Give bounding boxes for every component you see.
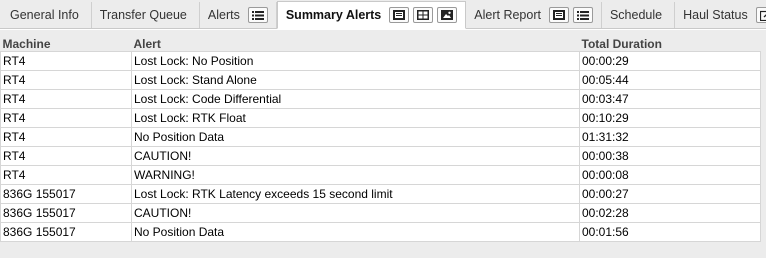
machine-cell: RT4	[0, 108, 132, 128]
tab-label: Transfer Queue	[99, 8, 187, 22]
summary-alerts-panel: Machine Alert Total Duration RT4 Lost Loc…	[0, 30, 766, 258]
alert-cell: No Position Data	[131, 127, 580, 147]
machine-cell: RT4	[0, 165, 132, 185]
list-icon[interactable]	[247, 7, 268, 23]
table-row[interactable]: 836G 155017 No Position Data 00:01:56	[0, 222, 761, 242]
duration-cell: 00:00:29	[579, 51, 761, 71]
machine-cell: 836G 155017	[0, 203, 132, 223]
image-icon[interactable]	[437, 7, 458, 23]
alert-cell: WARNING!	[131, 165, 580, 185]
machine-cell: RT4	[0, 146, 132, 166]
alert-cell: Lost Lock: Stand Alone	[131, 70, 580, 90]
duration-cell: 00:01:56	[579, 222, 761, 242]
column-header-total-duration[interactable]: Total Duration	[579, 36, 761, 52]
duration-cell: 00:00:08	[579, 165, 761, 185]
alert-cell: Lost Lock: Code Differential	[131, 89, 580, 109]
duration-cell: 01:31:32	[579, 127, 761, 147]
tab-label: Summary Alerts	[285, 8, 382, 22]
alert-cell: CAUTION!	[131, 203, 580, 223]
table-row[interactable]: RT4 CAUTION! 00:00:38	[0, 146, 761, 166]
tab-label: Alerts	[207, 8, 240, 22]
table-row[interactable]: RT4 Lost Lock: Code Differential 00:03:47	[0, 89, 761, 109]
table-row[interactable]: RT4 Lost Lock: RTK Float 00:10:29	[0, 108, 761, 128]
tab-label: Schedule	[609, 8, 663, 22]
tab-label: General Info	[10, 8, 79, 22]
table-row[interactable]: 836G 155017 Lost Lock: RTK Latency exceed…	[0, 184, 761, 204]
alert-cell: Lost Lock: RTK Latency exceeds 15 second…	[131, 184, 580, 204]
tab-alert-report[interactable]: Alert Report	[466, 2, 602, 28]
duration-cell: 00:00:38	[579, 146, 761, 166]
machine-cell: RT4	[0, 89, 132, 109]
duration-cell: 00:10:29	[579, 108, 761, 128]
tab-label: Alert Report	[474, 8, 541, 22]
tab-label: Haul Status	[683, 8, 748, 22]
summary-alerts-table: Machine Alert Total Duration RT4 Lost Loc…	[0, 36, 761, 242]
tab-general-info[interactable]: General Info	[2, 2, 92, 28]
table-header-row: Machine Alert Total Duration	[0, 36, 761, 52]
popout-icon[interactable]	[755, 7, 766, 23]
column-header-machine[interactable]: Machine	[0, 36, 132, 52]
machine-cell: RT4	[0, 127, 132, 147]
alert-cell: Lost Lock: RTK Float	[131, 108, 580, 128]
tab-schedule[interactable]: Schedule	[601, 2, 676, 28]
column-header-alert[interactable]: Alert	[131, 36, 580, 52]
tab-alerts[interactable]: Alerts	[199, 2, 277, 28]
duration-cell: 00:03:47	[579, 89, 761, 109]
duration-cell: 00:00:27	[579, 184, 761, 204]
list-icon[interactable]	[572, 7, 593, 23]
duration-cell: 00:05:44	[579, 70, 761, 90]
pdf-icon[interactable]	[548, 7, 569, 23]
machine-cell: RT4	[0, 70, 132, 90]
table-row[interactable]: 836G 155017 CAUTION! 00:02:28	[0, 203, 761, 223]
alert-cell: No Position Data	[131, 222, 580, 242]
table-row[interactable]: RT4 WARNING! 00:00:08	[0, 165, 761, 185]
duration-cell: 00:02:28	[579, 203, 761, 223]
grid-icon[interactable]	[413, 7, 434, 23]
alert-cell: Lost Lock: No Position	[131, 51, 580, 71]
pdf-icon[interactable]	[389, 7, 410, 23]
tab-bar: General Info Transfer Queue Alerts Summa…	[0, 0, 766, 29]
machine-cell: 836G 155017	[0, 184, 132, 204]
tab-haul-status[interactable]: Haul Status	[675, 2, 766, 28]
table-row[interactable]: RT4 Lost Lock: Stand Alone 00:05:44	[0, 70, 761, 90]
tab-transfer-queue[interactable]: Transfer Queue	[91, 2, 200, 28]
alert-cell: CAUTION!	[131, 146, 580, 166]
tab-summary-alerts[interactable]: Summary Alerts	[276, 1, 467, 29]
table-row[interactable]: RT4 Lost Lock: No Position 00:00:29	[0, 51, 761, 71]
machine-cell: 836G 155017	[0, 222, 132, 242]
machine-cell: RT4	[0, 51, 132, 71]
table-row[interactable]: RT4 No Position Data 01:31:32	[0, 127, 761, 147]
